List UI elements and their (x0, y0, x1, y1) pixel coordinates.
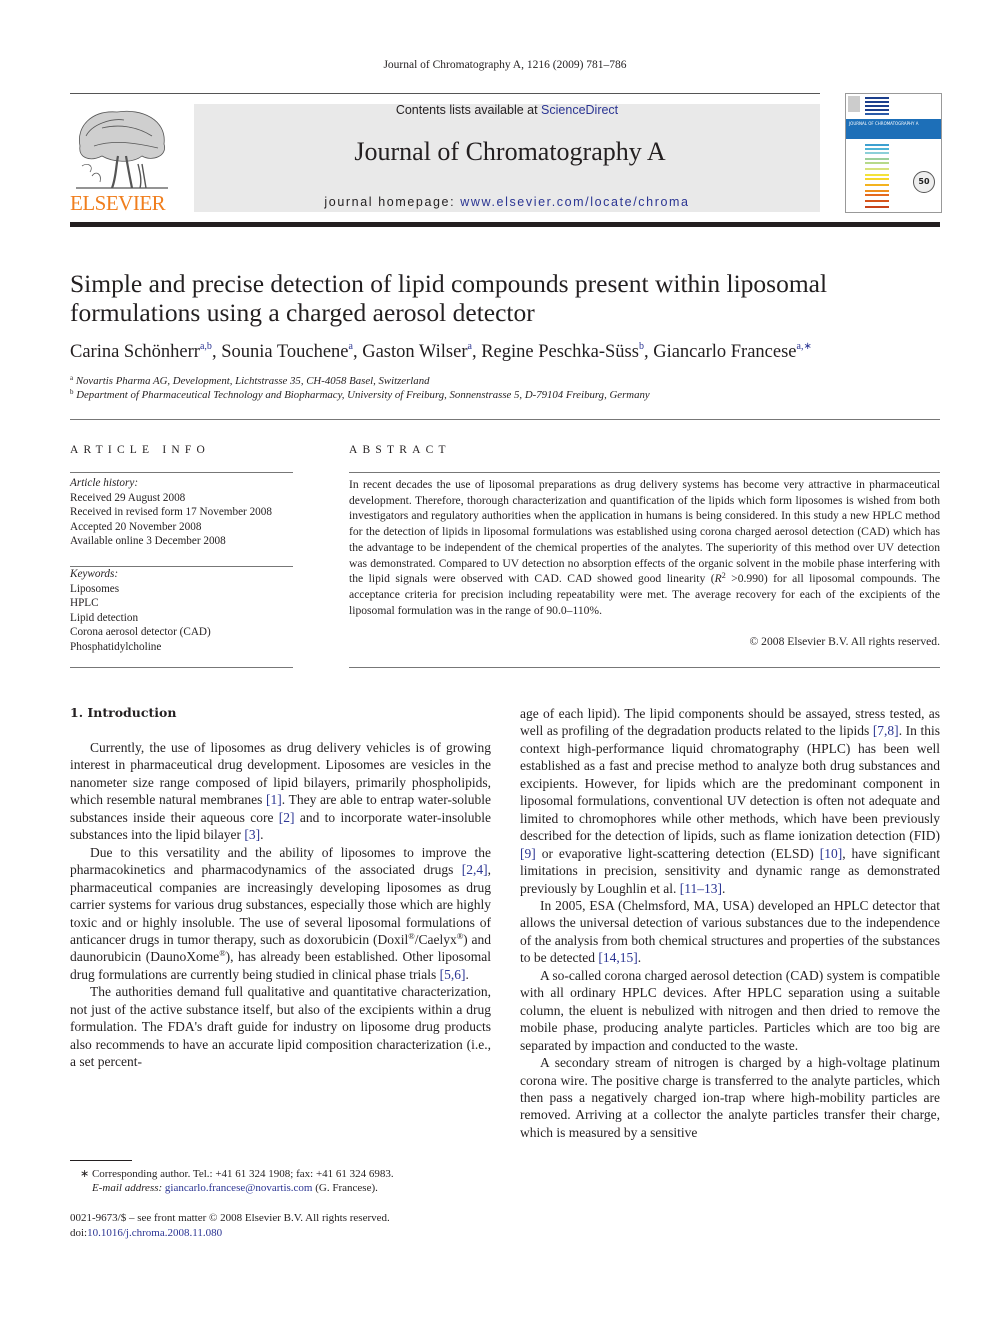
author: Carina Schönherra,b (70, 341, 212, 363)
journal-homepage: journal homepage: www.elsevier.com/locat… (194, 195, 820, 209)
paragraph: A secondary stream of nitrogen is charge… (520, 1055, 940, 1140)
keyword-item: Liposomes (70, 582, 120, 595)
citation-link[interactable]: [5,6] (440, 967, 466, 982)
author: Sounia Touchenea (221, 341, 353, 363)
citation-link[interactable]: [11–13] (680, 881, 722, 896)
history-item: Accepted 20 November 2008 (70, 520, 202, 533)
email-link[interactable]: giancarlo.francese@novartis.com (165, 1182, 313, 1194)
sciencedirect-link[interactable]: ScienceDirect (541, 103, 618, 117)
contents-prefix: Contents lists available at (395, 103, 542, 117)
contents-line: Contents lists available at ScienceDirec… (194, 103, 820, 117)
history-item: Available online 3 December 2008 (70, 535, 226, 547)
author-affiliation-mark[interactable]: a (468, 341, 472, 352)
cover-stripe (865, 190, 889, 192)
elsevier-wordmark: ELSEVIER (70, 191, 166, 215)
cover-sponsor-mark (914, 196, 936, 204)
author: Regine Peschka-Süssb (481, 341, 644, 363)
cover-stripe (865, 97, 889, 99)
anniversary-seal-icon: 50 (913, 171, 935, 193)
divider (70, 419, 940, 420)
cover-stripe (865, 144, 889, 146)
journal-title: Journal of Chromatography A (354, 137, 666, 166)
affiliation-a: a Novartis Pharma AG, Development, Licht… (70, 374, 430, 388)
cover-mini-logo (848, 96, 860, 112)
article-history: Article history: Received 29 August 2008… (70, 476, 310, 549)
citation-link[interactable]: [14,15] (598, 950, 637, 965)
email-note: E-mail address: giancarlo.francese@novar… (92, 1182, 378, 1194)
cover-stripe (865, 158, 889, 160)
article-title: Simple and precise detection of lipid co… (70, 269, 828, 327)
paragraph: The authorities demand full qualitative … (70, 984, 491, 1070)
cover-stripe (865, 152, 889, 154)
author-affiliation-mark[interactable]: a,∗ (797, 341, 812, 352)
cover-stripe (865, 200, 889, 202)
section-heading-introduction: 1. Introduction (70, 705, 177, 720)
citation-link[interactable]: [7,8] (873, 723, 899, 738)
homepage-link[interactable]: www.elsevier.com/locate/chroma (460, 195, 689, 209)
cover-stripe (865, 194, 889, 196)
citation-link[interactable]: [10] (820, 846, 843, 861)
cover-stripe (865, 109, 889, 111)
keyword-item: Phosphatidylcholine (70, 640, 162, 653)
keywords: Keywords: Liposomes HPLC Lipid detection… (70, 567, 310, 654)
paragraph: age of each lipid). The lipid components… (520, 706, 940, 896)
article-info-heading: ARTICLE INFO (70, 444, 210, 456)
paragraph: Due to this versatility and the ability … (70, 844, 491, 982)
body-column-left: Currently, the use of liposomes as drug … (70, 739, 491, 1071)
paragraph: A so-called corona charged aerosol detec… (520, 967, 940, 1053)
body-column-right: age of each lipid). The lipid components… (520, 705, 940, 1141)
author-list: Carina Schönherra,b, Sounia Touchenea, G… (70, 341, 812, 363)
journal-cover-thumbnail[interactable]: JOURNAL OF CHROMATOGRAPHY A 50 (845, 93, 942, 213)
cover-stripe (865, 113, 889, 115)
divider (349, 667, 940, 668)
elsevier-logo[interactable]: ELSEVIER (70, 106, 172, 215)
cover-stripe (865, 168, 889, 170)
cover-stripe (865, 206, 889, 208)
keywords-label: Keywords: (70, 568, 119, 580)
abstract-text: In recent decades the use of liposomal p… (349, 478, 940, 617)
cover-stripe (865, 184, 889, 186)
cover-stripe (865, 178, 889, 180)
paragraph: Currently, the use of liposomes as drug … (70, 740, 491, 843)
author-affiliation-mark[interactable]: b (639, 341, 644, 352)
paragraph: In 2005, ESA (Chelmsford, MA, USA) devel… (520, 897, 940, 966)
citation-link[interactable]: [3] (244, 827, 260, 842)
keyword-item: HPLC (70, 597, 99, 609)
cover-title-text: JOURNAL OF CHROMATOGRAPHY A (849, 121, 919, 126)
elsevier-tree-icon (76, 110, 168, 189)
history-item: Received in revised form 17 November 200… (70, 506, 272, 518)
affiliation-b: b Department of Pharmaceutical Technolog… (70, 388, 650, 402)
author: Gaston Wilsera (362, 341, 472, 363)
history-label: Article history: (70, 477, 139, 489)
keyword-item: Corona aerosol detector (CAD) (70, 626, 211, 638)
divider (70, 472, 293, 473)
doi-link[interactable]: 10.1016/j.chroma.2008.11.080 (87, 1227, 222, 1239)
cover-stripe (865, 148, 889, 150)
top-rule (70, 93, 820, 94)
citation-link[interactable]: [2,4] (462, 862, 488, 877)
citation-link[interactable]: [2] (279, 810, 295, 825)
header-thick-rule (70, 222, 940, 227)
keyword-item: Lipid detection (70, 611, 139, 624)
history-item: Received 29 August 2008 (70, 491, 186, 504)
running-head: Journal of Chromatography A, 1216 (2009)… (383, 59, 627, 71)
divider (349, 472, 940, 473)
abstract-copyright: © 2008 Elsevier B.V. All rights reserved… (749, 635, 940, 648)
corresponding-author-note: ∗ Corresponding author. Tel.: +41 61 324… (80, 1168, 394, 1180)
citation-link[interactable]: [1] (266, 792, 282, 807)
cover-stripe (865, 101, 889, 103)
doi-line: doi:10.1016/j.chroma.2008.11.080 (70, 1227, 223, 1239)
citation-link[interactable]: [9] (520, 846, 536, 861)
divider (70, 667, 293, 668)
author: Giancarlo Francesea,∗ (653, 341, 812, 363)
author-affiliation-mark[interactable]: a,b (200, 341, 212, 352)
issn-line: 0021-9673/$ – see front matter © 2008 El… (70, 1212, 390, 1224)
cover-stripe (865, 174, 889, 176)
cover-stripe (865, 105, 889, 107)
author-affiliation-mark[interactable]: a (349, 341, 353, 352)
footnote-rule (70, 1160, 132, 1161)
cover-stripe (865, 162, 889, 164)
homepage-prefix: journal homepage: (324, 195, 461, 209)
abstract-heading: ABSTRACT (349, 444, 451, 456)
